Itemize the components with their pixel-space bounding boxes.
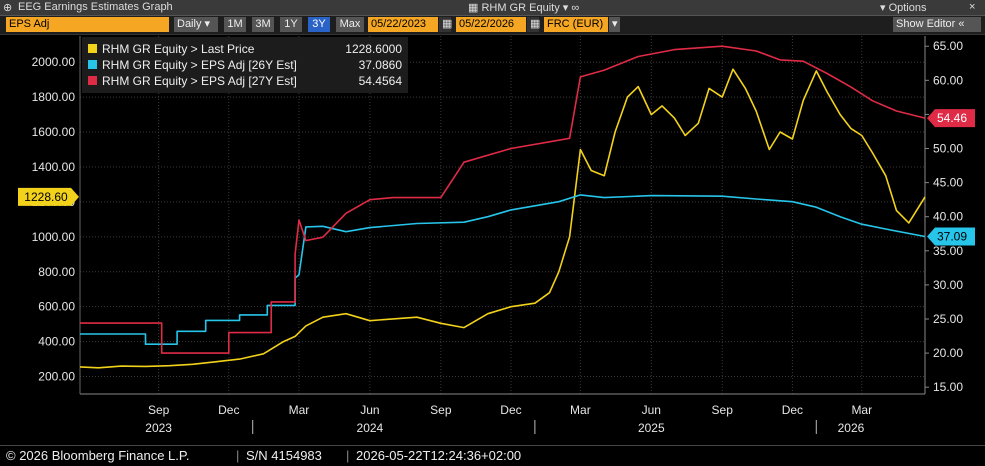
chart-legend: RHM GR Equity > Last Price 1228.6000 RHM G… <box>82 37 408 93</box>
right-axis-tick-label: 15.00 <box>933 380 963 394</box>
period-label: Daily <box>177 18 202 30</box>
chart-toolbar: EPS Adj Daily ▾ 1M 3M 1Y 3Y Max 05/22/20… <box>0 16 985 35</box>
last-value-text: 37.09 <box>937 230 967 244</box>
x-axis-year-label: 2025 <box>638 421 665 435</box>
x-axis-month-label: Sep <box>430 403 452 417</box>
calendar-icon[interactable]: ▦ <box>439 17 452 32</box>
window-menu-icon[interactable]: ⊕ <box>3 1 12 14</box>
chart-axes: 200.00400.00600.00800.001000.001200.0014… <box>32 36 963 435</box>
x-axis-month-label: Sep <box>712 403 734 417</box>
x-axis-year-label: 2023 <box>145 421 172 435</box>
last-value-markers: 1228.60 37.09 54.46 <box>18 109 975 246</box>
left-axis-tick-label: 1600.00 <box>32 125 76 139</box>
calendar-icon[interactable]: ▦ <box>527 17 540 32</box>
link-icon: ∞ <box>571 2 580 14</box>
right-axis-tick-label: 35.00 <box>933 244 963 258</box>
series-line-1 <box>79 68 926 369</box>
copyright-text: © 2026 Bloomberg Finance L.P. <box>6 448 190 463</box>
last-value-text: 1228.60 <box>24 190 68 204</box>
right-axis-tick-label: 65.00 <box>933 39 963 53</box>
security-selector[interactable]: ▦ RHM GR Equity ▾ ∞ <box>468 1 579 14</box>
x-axis-year-label: 2024 <box>357 421 384 435</box>
x-axis-month-label: Jun <box>642 403 661 417</box>
left-axis-tick-label: 200.00 <box>38 370 75 384</box>
legend-value: 54.4564 <box>359 74 403 88</box>
range-button-max[interactable]: Max <box>336 17 364 32</box>
right-axis-tick-label: 50.00 <box>933 142 963 156</box>
range-button-1y[interactable]: 1Y <box>280 17 302 32</box>
last-value-marker-1: 1228.60 <box>18 187 79 206</box>
legend-label: RHM GR Equity > EPS Adj [26Y Est] <box>102 58 297 72</box>
chevron-down-icon: ▾ <box>204 18 211 30</box>
left-axis-tick-label: 400.00 <box>38 335 75 349</box>
left-axis-tick-label: 2000.00 <box>32 55 76 69</box>
options-menu[interactable]: ▾ Options <box>880 1 927 14</box>
left-axis-tick-label: 800.00 <box>38 265 75 279</box>
close-icon[interactable]: × <box>969 1 975 13</box>
legend-value: 37.0860 <box>359 58 403 72</box>
chevron-down-icon: ▾ <box>880 2 889 14</box>
right-axis-tick-label: 60.00 <box>933 73 963 87</box>
end-date-input[interactable]: 05/22/2026 <box>456 17 526 32</box>
chart-series <box>79 45 926 369</box>
x-axis-month-label: Sep <box>148 403 170 417</box>
right-axis-tick-label: 45.00 <box>933 176 963 190</box>
window-title: EEG Earnings Estimates Graph <box>18 1 173 13</box>
earnings-estimates-chart: 200.00400.00600.00800.001000.001200.0014… <box>18 36 975 435</box>
x-axis-month-label: Mar <box>570 403 591 417</box>
window-titlebar: ⊕ EEG Earnings Estimates Graph ▦ RHM GR … <box>0 0 985 16</box>
footer-separator: | <box>236 448 240 463</box>
legend-value: 1228.6000 <box>345 42 402 56</box>
legend-swatch <box>88 60 97 69</box>
x-axis-year-label: 2026 <box>838 421 865 435</box>
footer-separator: | <box>346 448 350 463</box>
x-axis-month-label: Mar <box>289 403 310 417</box>
last-value-marker-3: 54.46 <box>927 109 975 128</box>
right-axis-tick-label: 25.00 <box>933 312 963 326</box>
legend-label: RHM GR Equity > Last Price <box>102 42 255 56</box>
serial-number: S/N 4154983 <box>246 448 322 463</box>
x-axis-month-label: Dec <box>782 403 803 417</box>
period-dropdown[interactable]: Daily ▾ <box>174 17 218 32</box>
timestamp: 2026-05-22T12:24:36+02:00 <box>356 448 522 463</box>
right-axis-tick-label: 30.00 <box>933 278 963 292</box>
chevron-down-icon[interactable]: ▾ <box>609 17 620 32</box>
security-label: RHM GR Equity <box>481 2 560 14</box>
dropdown-icon: ▾ <box>562 2 569 14</box>
legend-label: RHM GR Equity > EPS Adj [27Y Est] <box>102 74 297 88</box>
show-editor-label: Show Editor <box>896 18 956 30</box>
range-button-1m[interactable]: 1M <box>224 17 246 32</box>
range-button-3m[interactable]: 3M <box>252 17 274 32</box>
x-axis-month-label: Dec <box>218 403 239 417</box>
left-axis-tick-label: 600.00 <box>38 300 75 314</box>
show-editor-button[interactable]: Show Editor « <box>893 17 981 32</box>
field-selector[interactable]: EPS Adj <box>6 17 169 32</box>
right-axis-tick-label: 20.00 <box>933 346 963 360</box>
left-axis-tick-label: 1000.00 <box>32 230 76 244</box>
double-chevron-left-icon: « <box>958 18 965 30</box>
x-axis-month-label: Dec <box>500 403 521 417</box>
currency-selector[interactable]: FRC (EUR) <box>544 17 608 32</box>
x-axis-month-label: Jun <box>360 403 379 417</box>
options-label: Options <box>888 2 927 14</box>
left-axis-tick-label: 1400.00 <box>32 160 76 174</box>
last-value-marker-2: 37.09 <box>927 227 975 246</box>
x-axis-month-label: Mar <box>851 403 872 417</box>
legend-swatch <box>88 76 97 85</box>
legend-swatch <box>88 44 97 53</box>
series-line-2 <box>80 194 926 346</box>
right-axis-tick-label: 40.00 <box>933 210 963 224</box>
footer-bar: © 2026 Bloomberg Finance L.P. | S/N 4154… <box>0 445 985 466</box>
range-button-3y[interactable]: 3Y <box>308 17 330 32</box>
last-value-text: 54.46 <box>937 111 967 125</box>
start-date-input[interactable]: 05/22/2023 <box>368 17 438 32</box>
left-axis-tick-label: 1800.00 <box>32 90 76 104</box>
grid-icon: ▦ <box>468 2 482 14</box>
